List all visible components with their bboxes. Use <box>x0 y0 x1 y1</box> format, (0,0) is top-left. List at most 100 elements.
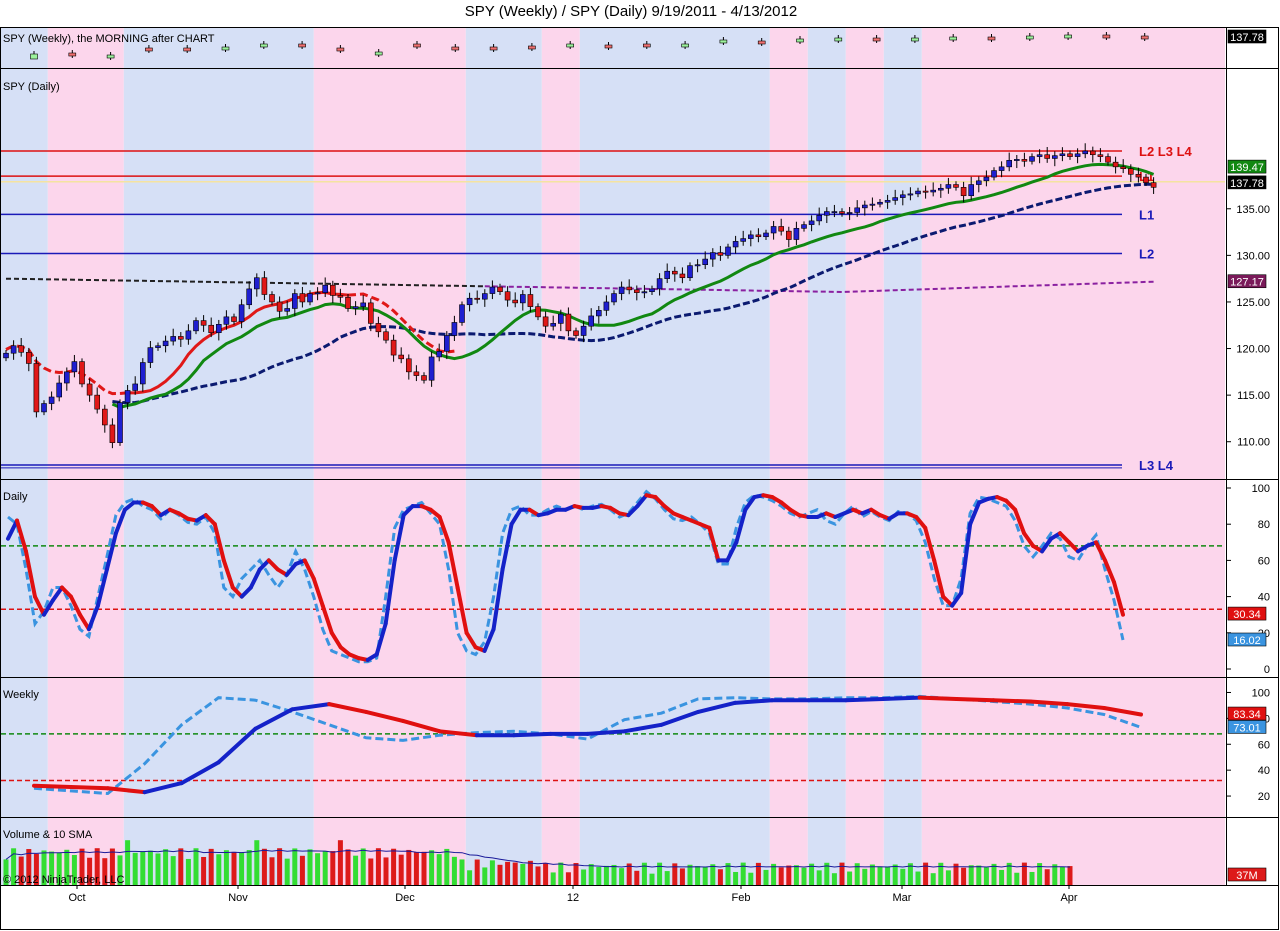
volume-bar <box>619 868 625 885</box>
price-candle <box>953 184 959 188</box>
price-tick-label: 120.00 <box>1236 344 1270 356</box>
price-candle <box>808 220 815 225</box>
price-candle <box>1006 160 1013 168</box>
band-pink <box>921 69 1225 479</box>
band-blue <box>883 69 922 479</box>
price-candle <box>877 201 883 205</box>
volume-bar <box>991 863 997 885</box>
price-candle <box>178 336 184 340</box>
volume-bar <box>406 849 412 885</box>
price-candle <box>915 190 921 195</box>
volume-bar <box>664 871 670 885</box>
price-tick-label: 125.00 <box>1236 297 1270 309</box>
price-candle <box>550 323 557 327</box>
volume-bar <box>375 848 381 885</box>
weekly-candle <box>872 37 881 42</box>
price-candle <box>140 362 146 385</box>
volume-bar <box>816 870 822 885</box>
price-candle <box>588 315 595 327</box>
price-candle <box>284 308 291 312</box>
weekly-candle <box>566 43 575 48</box>
band-blue <box>807 69 846 479</box>
volume-bar <box>277 848 283 885</box>
weekly-candle <box>145 47 153 52</box>
price-candle <box>512 299 519 304</box>
stoch-k-segment <box>68 784 110 791</box>
price-candle <box>1128 168 1134 175</box>
copyright-text: © 2012 NinjaTrader, LLC <box>3 874 124 886</box>
price-candle <box>193 320 199 332</box>
volume-bar <box>763 869 769 885</box>
price-candle <box>413 371 420 376</box>
price-candle <box>86 383 93 396</box>
price-candle <box>649 288 655 293</box>
price-tick-label: 110.00 <box>1237 437 1270 449</box>
volume-bar <box>170 856 176 885</box>
band-pink <box>845 28 884 68</box>
volume-bar <box>1044 869 1050 885</box>
volume-bar <box>512 862 518 885</box>
time-tick-label: 12 <box>567 892 579 904</box>
price-candle <box>573 330 579 336</box>
price-candle <box>702 258 709 265</box>
volume-bar <box>246 850 252 885</box>
price-candle <box>504 291 511 301</box>
price-candle <box>375 323 382 333</box>
price-candle <box>117 402 123 443</box>
stoch-k-segment <box>32 783 73 789</box>
volume-bar <box>611 864 617 885</box>
stoch-k-segment <box>917 695 959 701</box>
volume-bar <box>429 850 435 885</box>
stoch-k-segment <box>585 729 627 736</box>
band-pink <box>921 28 1225 68</box>
price-candle <box>466 297 473 306</box>
volume-bar <box>125 840 131 885</box>
volume-bar <box>945 870 951 885</box>
price-candle <box>937 187 944 191</box>
weekly-candle <box>604 44 613 49</box>
volume-bar <box>847 871 853 885</box>
volume-bar <box>710 864 716 885</box>
price-axis: 110.00 115.00 120.00 125.00 130.00 135.00 100 8… <box>1227 29 1270 882</box>
price-candle <box>968 184 975 197</box>
volume-bar <box>315 853 321 885</box>
time-tick-label: Oct <box>68 892 85 904</box>
volume-bar <box>1052 864 1058 885</box>
stoch-daily-tag: 16.02 <box>1233 635 1261 647</box>
price-candle <box>907 193 914 196</box>
volume-bar <box>892 864 898 885</box>
volume-bar <box>999 869 1005 885</box>
price-candle <box>565 313 572 332</box>
band-pink <box>313 28 466 68</box>
time-axis: Oct Nov Dec 12 Feb Mar Apr <box>68 885 1078 904</box>
price-candle <box>109 424 116 443</box>
volume-bar <box>1059 866 1065 885</box>
volume-bar <box>786 865 792 885</box>
band-pink <box>541 69 580 479</box>
volume-bar <box>778 867 784 885</box>
price-tick-label: 115.00 <box>1237 390 1270 402</box>
price-tick-label: 130.00 <box>1236 250 1270 262</box>
volume-bar <box>307 849 313 885</box>
price-candle <box>474 297 481 300</box>
price-candle <box>770 226 777 234</box>
price-candle <box>1105 156 1111 163</box>
price-candle <box>1082 150 1088 155</box>
volume-bar <box>269 857 275 885</box>
price-candle <box>839 211 845 214</box>
price-candle <box>238 304 245 322</box>
volume-bar <box>520 863 526 885</box>
price-candle <box>162 340 169 347</box>
stoch-k-segment <box>733 698 774 705</box>
volume-bar <box>368 858 374 885</box>
price-candle <box>1143 176 1149 183</box>
price-candle <box>71 361 78 373</box>
volume-bar <box>155 853 161 885</box>
time-tick-label: Feb <box>732 892 751 904</box>
price-candle <box>983 176 990 182</box>
volume-bar <box>353 855 359 885</box>
price-candle <box>147 347 154 363</box>
volume-bar <box>216 854 222 885</box>
level-label: L2 <box>1139 247 1154 262</box>
price-value-tag: 137.78 <box>1230 178 1264 190</box>
